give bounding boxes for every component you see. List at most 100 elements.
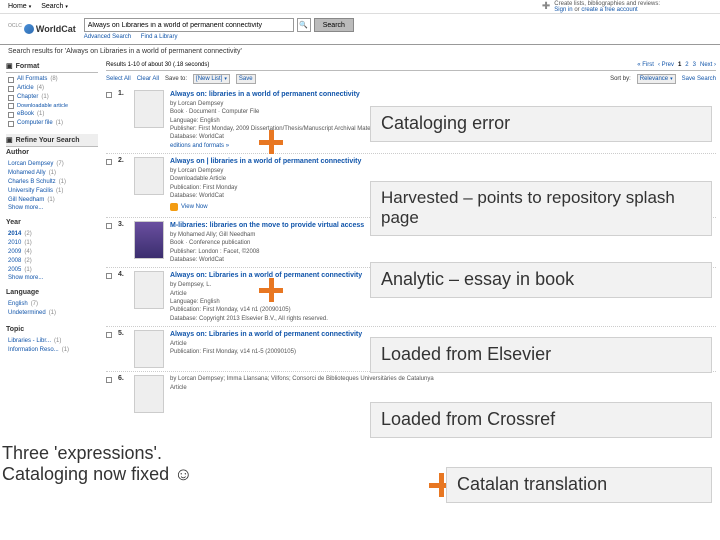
- show-more-link[interactable]: Show more...: [8, 275, 98, 281]
- result-pub: Publication: First Monday, v14 n1 (20090…: [170, 306, 716, 314]
- facet-item-label[interactable]: Chapter: [17, 93, 38, 102]
- search-input[interactable]: [84, 18, 294, 32]
- signin-link[interactable]: Sign in: [554, 7, 572, 13]
- facet-item-label[interactable]: University Facilis: [8, 187, 53, 196]
- find-library-link[interactable]: Find a Library: [141, 34, 178, 40]
- sidebar: ▣Format All Formats (8) Article (4) Chap…: [0, 58, 102, 418]
- facet-item-label[interactable]: 2005: [8, 266, 21, 275]
- facet-author-title: Author: [6, 147, 98, 158]
- facet-item-label[interactable]: Computer file: [17, 119, 53, 128]
- facet-item-label[interactable]: 2014: [8, 230, 21, 239]
- facet-item-label[interactable]: Libraries - Libr...: [8, 337, 51, 346]
- result-author: by Lorcan Dempsey: [170, 167, 716, 175]
- saveto-select[interactable]: [New List]▾: [193, 74, 230, 84]
- pager-next[interactable]: Next ›: [700, 62, 716, 68]
- checkbox[interactable]: [8, 121, 14, 127]
- facet-format-title: Format: [16, 63, 40, 70]
- checkbox[interactable]: [8, 95, 14, 101]
- checkbox[interactable]: [106, 159, 112, 165]
- checkbox[interactable]: [106, 377, 112, 383]
- checkbox[interactable]: [8, 86, 14, 92]
- checkbox[interactable]: [8, 77, 14, 83]
- result-lang: Language: English: [170, 298, 716, 306]
- pager-1[interactable]: 1: [678, 62, 681, 68]
- pager-2[interactable]: 2: [685, 62, 688, 68]
- annotation-crossref: Loaded from Crossref: [370, 402, 712, 438]
- facet-item-label[interactable]: All Formats: [17, 75, 47, 84]
- note-line2: Cataloging now fixed ☺: [2, 464, 202, 486]
- facet-item-label[interactable]: 2010: [8, 239, 21, 248]
- checkbox[interactable]: [106, 92, 112, 98]
- search-sublinks: Advanced Search Find a Library: [84, 34, 354, 40]
- results-summary: Search results for 'Always on Libraries …: [0, 45, 720, 58]
- result-number: 3.: [118, 221, 128, 264]
- result-number: 6.: [118, 375, 128, 413]
- create-account-link[interactable]: create a free account: [581, 7, 637, 13]
- facet-item-label[interactable]: 2008: [8, 257, 21, 266]
- facet-item-label[interactable]: Undetermined: [8, 309, 46, 318]
- checkbox[interactable]: [106, 223, 112, 229]
- logo-oclc: OCLC: [8, 23, 22, 29]
- nav-home[interactable]: Home▾: [8, 3, 31, 10]
- pager-prev[interactable]: ‹ Prev: [658, 62, 674, 68]
- clear-all-link[interactable]: Clear All: [137, 76, 159, 82]
- note-line1: Three 'expressions'.: [2, 443, 202, 465]
- sortby-select[interactable]: Relevance▾: [637, 74, 676, 84]
- thumbnail: [134, 157, 164, 195]
- view-icon: [170, 203, 178, 211]
- facet-item-label[interactable]: Information Reso...: [8, 346, 59, 355]
- facet-item-label[interactable]: 2009: [8, 248, 21, 257]
- pager-first[interactable]: « First: [637, 62, 654, 68]
- facet-item-label[interactable]: Gill Needham: [8, 196, 44, 205]
- thumbnail: [134, 330, 164, 368]
- checkbox[interactable]: [106, 332, 112, 338]
- results-bar: Results 1-10 of about 30 (.18 seconds) «…: [106, 60, 716, 71]
- facet-language: Language English (7) Undetermined (1): [6, 287, 98, 318]
- result-title[interactable]: Always on: libraries in a world of perma…: [170, 90, 716, 100]
- show-more-link[interactable]: Show more...: [8, 205, 98, 211]
- results-count: Results 1-10 of about 30 (.18 seconds): [106, 62, 209, 68]
- facet-item-label[interactable]: English: [8, 300, 28, 309]
- annotation-catalan: Catalan translation: [446, 467, 712, 503]
- result-type: Book · Conference publication: [170, 239, 716, 247]
- collapse-icon[interactable]: ▣: [6, 136, 13, 144]
- facet-item-label[interactable]: Charles B Schultz: [8, 178, 56, 187]
- nav-left: Home▾ Search▾: [8, 3, 68, 10]
- select-all-link[interactable]: Select All: [106, 76, 131, 82]
- search-button[interactable]: Search: [314, 18, 354, 32]
- editions-link[interactable]: editions and formats »: [170, 142, 716, 150]
- search-icon[interactable]: 🔍: [297, 18, 311, 32]
- annotation-analytic: Analytic – essay in book: [370, 262, 712, 298]
- results-actions: Select All Clear All Save to: [New List]…: [106, 71, 716, 87]
- pager-3[interactable]: 3: [693, 62, 696, 68]
- search-box: 🔍 Search: [84, 18, 354, 32]
- collapse-icon[interactable]: ▣: [6, 62, 13, 70]
- facet-item-label[interactable]: Lorcan Dempsey: [8, 160, 53, 169]
- facet-item-label[interactable]: Downloadable article: [17, 102, 68, 110]
- facet-item-label[interactable]: Article: [17, 84, 34, 93]
- save-search-link[interactable]: Save Search: [682, 76, 716, 82]
- checkbox[interactable]: [8, 112, 14, 118]
- facet-item-label[interactable]: Mohamed Ally: [8, 169, 46, 178]
- thumbnail: [134, 90, 164, 128]
- logo[interactable]: OCLC WorldCat: [8, 23, 76, 35]
- annotation-harvested: Harvested – points to repository splash …: [370, 181, 712, 236]
- checkbox[interactable]: [106, 273, 112, 279]
- result-number: 4.: [118, 271, 128, 323]
- facet-format: ▣Format All Formats (8) Article (4) Chap…: [6, 60, 98, 128]
- globe-icon: [24, 24, 34, 34]
- annotation-elsevier: Loaded from Elsevier: [370, 337, 712, 373]
- result-number: 2.: [118, 157, 128, 214]
- view-now-link[interactable]: View Now: [170, 203, 208, 211]
- result-title[interactable]: Always on | libraries in a world of perm…: [170, 157, 716, 167]
- advanced-search-link[interactable]: Advanced Search: [84, 34, 131, 40]
- save-button[interactable]: Save: [236, 74, 256, 84]
- checkbox[interactable]: [8, 103, 14, 109]
- nav-search[interactable]: Search▾: [41, 3, 68, 10]
- header: OCLC WorldCat 🔍 Search Advanced Search F…: [0, 14, 720, 45]
- facet-author: Author Lorcan Dempsey (7) Mohamed Ally (…: [6, 147, 98, 211]
- result-type: Article: [170, 384, 716, 392]
- result-number: 1.: [118, 90, 128, 150]
- nav-right: ✚ Create lists, bibliographies and revie…: [542, 1, 660, 13]
- facet-item-label[interactable]: eBook: [17, 110, 34, 119]
